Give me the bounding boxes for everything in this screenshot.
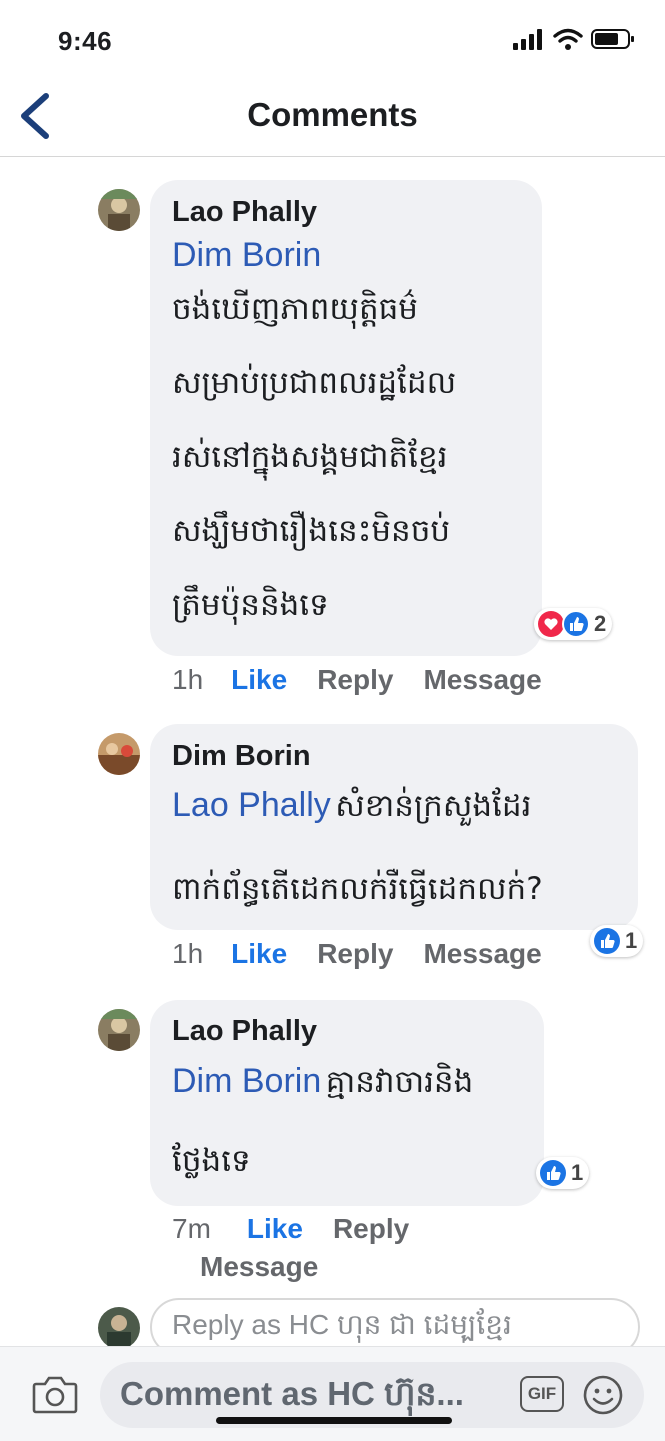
like-reaction-icon xyxy=(594,928,620,954)
reaction-count: 2 xyxy=(594,611,607,636)
status-icons xyxy=(513,28,635,50)
smiley-icon xyxy=(583,1375,623,1415)
mention-link[interactable]: Lao Phally xyxy=(172,786,331,824)
camera-icon xyxy=(32,1376,78,1414)
reaction-count: 1 xyxy=(571,1160,584,1185)
comment-line: ចង់ឃើញភាពយុត្តិធម៌ xyxy=(172,291,418,327)
comment-actions: 7m Like Reply xyxy=(172,1213,409,1245)
my-avatar xyxy=(98,1307,140,1349)
avatar[interactable] xyxy=(98,1009,140,1051)
reply-button[interactable]: Reply xyxy=(333,1213,409,1245)
battery-icon xyxy=(591,29,634,49)
reaction-summary[interactable]: 1 xyxy=(536,1157,590,1189)
reaction-summary[interactable]: 1 xyxy=(590,925,644,957)
avatar[interactable] xyxy=(98,189,140,231)
like-button[interactable]: Like xyxy=(231,938,287,970)
love-reaction-icon xyxy=(538,611,564,637)
comment-line: គ្មានវាចារនិង xyxy=(325,1064,474,1100)
comment-author[interactable]: Dim Borin xyxy=(172,740,311,773)
home-indicator xyxy=(216,1417,452,1424)
comment-line: សម្រាប់ប្រជាពលរដ្ឋដែល xyxy=(172,365,457,401)
mention-link[interactable]: Dim Borin xyxy=(172,236,321,275)
comment-line: ពាក់ព័ន្ធតើដេកលក់រឺធ្វើដេកលក់? xyxy=(172,871,543,907)
comment-text: ពាក់ព័ន្ធតើដេកលក់រឺធ្វើដេកលក់? xyxy=(172,852,543,926)
gif-button[interactable]: GIF xyxy=(520,1376,564,1412)
reaction-summary[interactable]: 2 xyxy=(534,608,613,640)
comment-placeholder: Comment as HC ហ៊ុន... xyxy=(120,1375,464,1412)
comment-actions: 1h Like Reply Message xyxy=(172,664,542,696)
comment-line: សង្ឃឹមថារឿងនេះមិនចប់ xyxy=(172,513,451,549)
comment-time: 1h xyxy=(172,938,204,969)
comment-first-line: Lao Phally សំខាន់ក្រសួងដែរ xyxy=(172,776,531,836)
like-button[interactable]: Like xyxy=(231,664,287,696)
comment-text: ថ្លែងទេ xyxy=(172,1124,251,1198)
like-reaction-icon xyxy=(540,1160,566,1186)
comment-actions-wrap: Message xyxy=(200,1251,318,1283)
signal-icon xyxy=(513,29,542,50)
comment-actions: 1h Like Reply Message xyxy=(172,938,542,970)
comment-first-line: Dim Borin គ្មានវាចារនិង xyxy=(172,1052,473,1112)
avatar[interactable] xyxy=(98,733,140,775)
comment-time: 1h xyxy=(172,664,204,695)
comment-line: ត្រឹមប៉ុននិងទេ xyxy=(172,587,329,623)
emoji-button[interactable] xyxy=(582,1374,624,1421)
comment-author[interactable]: Lao Phally xyxy=(172,196,317,229)
status-time: 9:46 xyxy=(58,26,113,56)
reaction-count: 1 xyxy=(625,928,638,953)
like-reaction-icon xyxy=(562,610,590,638)
mention-link[interactable]: Dim Borin xyxy=(172,1062,321,1100)
message-button[interactable]: Message xyxy=(423,664,541,696)
comment-line: ថ្លែងទេ xyxy=(172,1143,251,1179)
reply-button[interactable]: Reply xyxy=(317,938,393,970)
comment-author[interactable]: Lao Phally xyxy=(172,1015,317,1048)
like-button[interactable]: Like xyxy=(247,1213,303,1245)
comment-text: ចង់ឃើញភាពយុត្តិធម៌ សម្រាប់ប្រជាពលរដ្ឋដែល… xyxy=(172,272,456,642)
message-button[interactable]: Message xyxy=(200,1251,318,1283)
comment-line: រស់នៅក្នុងសង្គមជាតិខ្មែរ xyxy=(172,439,448,475)
header-divider xyxy=(0,156,665,157)
wifi-icon xyxy=(553,28,583,50)
camera-button[interactable] xyxy=(32,1374,78,1419)
comment-line: សំខាន់ក្រសួងដែរ xyxy=(335,788,532,824)
comment-time: 7m xyxy=(172,1213,211,1244)
reply-placeholder: Reply as HC ហុន ជា ដេមុ្បខ្មែរ xyxy=(172,1309,512,1340)
page-title: Comments xyxy=(247,96,418,133)
reply-button[interactable]: Reply xyxy=(317,664,393,696)
message-button[interactable]: Message xyxy=(423,938,541,970)
